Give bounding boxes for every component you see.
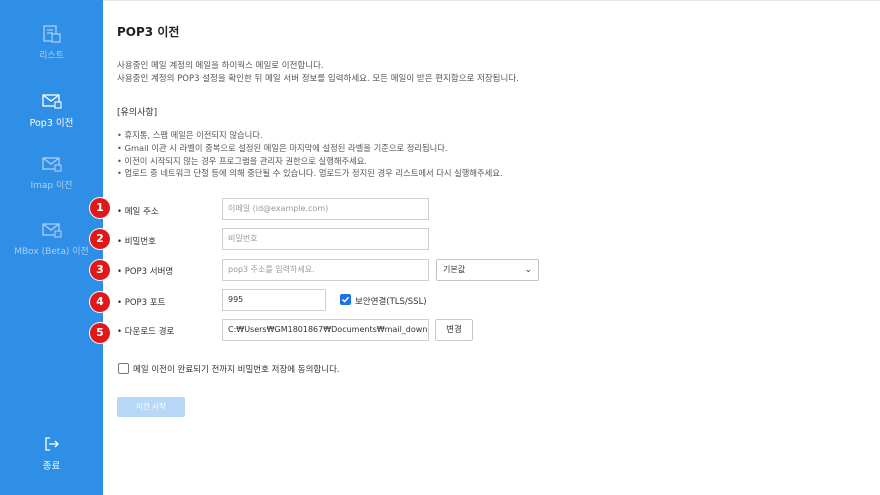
step-badge: 2 [90,229,110,249]
sidebar-item-label: 리스트 [39,51,64,61]
download-path-label: • 다운로드 경로 [117,327,175,337]
consent-label: 메일 이전이 완료되기 전까지 비밀번호 저장에 동의합니다. [133,365,340,375]
server-label: • POP3 서버명 [117,267,174,277]
email-input[interactable]: 이메일 (id@example.com) [222,198,429,220]
notice-title: [유의사항] [117,108,158,118]
port-label: • POP3 포트 [117,298,166,308]
sidebar-item-label: Imap 이전 [30,181,73,191]
change-path-button[interactable]: 변경 [435,319,473,341]
sidebar-item-label: Pop3 이전 [29,118,74,129]
mail-icon [41,157,62,172]
sidebar-item-label: MBox (Beta) 이전 [14,247,89,257]
step-badge: 5 [90,323,110,343]
email-label: • 메일 주소 [117,207,159,217]
step-badge: 4 [90,292,110,312]
consent-checkbox[interactable] [118,363,129,374]
step-badge: 3 [90,260,110,280]
sidebar-item-list[interactable]: 리스트 [0,24,103,61]
exit-label: 종료 [42,461,61,472]
ssl-label: 보안연결(TLS/SSL) [355,297,427,307]
description-line: 사용중인 계정의 POP3 설정을 확인한 뒤 메일 서버 정보를 입력하세요.… [117,74,519,84]
exit-button[interactable]: 종료 [0,434,103,472]
description-line: 사용중인 메일 계정의 메일을 하이웍스 메일로 이전합니다. [117,61,324,71]
password-input[interactable]: 비밀번호 [222,228,429,250]
sidebar-item-pop3[interactable]: Pop3 이전 [0,91,103,129]
check-icon [341,296,350,303]
top-divider [103,0,880,1]
server-type-select[interactable]: 기본값 ⌄ [436,259,539,281]
list-icon [42,25,61,43]
ssl-checkbox[interactable] [340,294,351,305]
step-badge: 1 [90,198,110,218]
sidebar-item-imap[interactable]: Imap 이전 [0,154,103,191]
port-input[interactable]: 995 [222,289,326,311]
main-panel: POP3 이전 사용중인 메일 계정의 메일을 하이웍스 메일로 이전합니다. … [103,0,880,495]
mail-icon [41,94,62,109]
start-migration-button[interactable]: 이전 시작 [117,397,185,417]
notice-item: • 업로드 중 네트워크 단절 등에 의해 중단될 수 있습니다. 업로드가 정… [117,168,503,178]
exit-icon [44,437,59,451]
notice-item: • Gmail 이관 시 라벨이 중복으로 설정된 메일은 마지막에 설정된 라… [117,143,448,153]
chevron-down-icon: ⌄ [524,265,532,275]
password-label: • 비밀번호 [117,237,156,247]
mail-icon [41,223,62,238]
server-type-value: 기본값 [443,265,466,274]
server-input[interactable]: pop3 주소를 입력하세요. [222,259,429,281]
page-title: POP3 이전 [117,25,180,39]
sidebar: 리스트 Pop3 이전 Imap 이전 MBox (Beta) 이전 종료 [0,0,103,495]
sidebar-item-mbox[interactable]: MBox (Beta) 이전 [0,220,103,257]
download-path-input[interactable]: C:₩Users₩GM1801867₩Documents₩mail_downlo… [222,319,429,341]
notice-item: • 휴지통, 스팸 메일은 이전되지 않습니다. [117,130,263,140]
notice-item: • 이전이 시작되지 않는 경우 프로그램을 관리자 권한으로 실행해주세요. [117,156,367,166]
